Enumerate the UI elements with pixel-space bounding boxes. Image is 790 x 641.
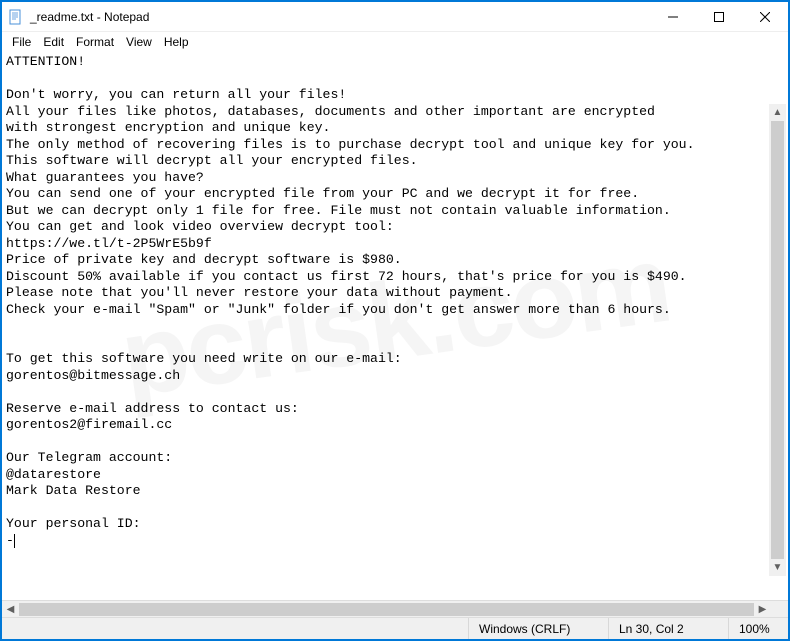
statusbar: Windows (CRLF) Ln 30, Col 2 100% <box>2 617 788 639</box>
window-controls <box>650 2 788 31</box>
horizontal-scrollbar[interactable]: ◀ ▶ <box>2 600 788 617</box>
maximize-button[interactable] <box>696 2 742 31</box>
scroll-up-arrow[interactable]: ▲ <box>769 104 786 121</box>
scroll-h-thumb[interactable] <box>19 603 754 616</box>
menubar: File Edit Format View Help <box>2 32 788 52</box>
scroll-h-track[interactable] <box>19 601 754 618</box>
scroll-v-track[interactable] <box>769 121 786 559</box>
window-title: _readme.txt - Notepad <box>30 10 650 24</box>
scroll-left-arrow[interactable]: ◀ <box>2 601 19 618</box>
menu-view[interactable]: View <box>120 34 158 50</box>
text-cursor <box>14 534 15 548</box>
close-button[interactable] <box>742 2 788 31</box>
menu-format[interactable]: Format <box>70 34 120 50</box>
scroll-right-arrow[interactable]: ▶ <box>754 601 771 618</box>
menu-file[interactable]: File <box>6 34 37 50</box>
menu-edit[interactable]: Edit <box>37 34 70 50</box>
scroll-v-thumb[interactable] <box>771 121 784 559</box>
vertical-scrollbar[interactable]: ▲ ▼ <box>769 104 786 576</box>
titlebar[interactable]: _readme.txt - Notepad <box>2 2 788 32</box>
notepad-icon <box>8 9 24 25</box>
scroll-corner <box>771 601 788 618</box>
scroll-down-arrow[interactable]: ▼ <box>769 559 786 576</box>
menu-help[interactable]: Help <box>158 34 195 50</box>
minimize-button[interactable] <box>650 2 696 31</box>
text-area[interactable]: ATTENTION! Don't worry, you can return a… <box>2 52 788 600</box>
status-cursor-position: Ln 30, Col 2 <box>608 618 728 639</box>
notepad-window: _readme.txt - Notepad File Edit Format V… <box>0 0 790 641</box>
status-zoom: 100% <box>728 618 788 639</box>
status-line-ending: Windows (CRLF) <box>468 618 608 639</box>
